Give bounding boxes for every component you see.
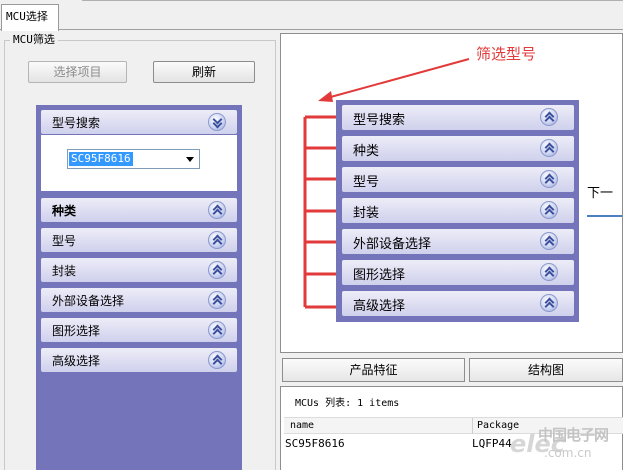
- accordion-header-category[interactable]: 种类: [41, 198, 237, 222]
- groupbox-title: MCU筛选: [10, 31, 58, 47]
- tab-structure-diagram[interactable]: 结构图: [469, 358, 623, 382]
- sample-item: 型号搜索: [342, 105, 574, 130]
- accordion-label: 型号: [52, 234, 77, 248]
- accordion-label: 图形选择: [52, 324, 101, 338]
- sample-item-label: 高级选择: [353, 299, 406, 314]
- chevron-up-icon: [540, 263, 558, 281]
- chevron-up-icon: [540, 232, 558, 250]
- sample-item-label: 型号: [353, 175, 380, 190]
- chevron-up-icon[interactable]: [208, 231, 226, 249]
- tab-strip: [0, 0, 623, 30]
- model-search-panel: SC95F8616: [41, 135, 237, 191]
- annotation-arrowhead: [318, 91, 333, 102]
- next-underline: [587, 215, 622, 217]
- chevron-up-icon[interactable]: [208, 261, 226, 279]
- tab-product-features[interactable]: 产品特征: [282, 358, 465, 382]
- chevron-up-icon[interactable]: [208, 291, 226, 309]
- watermark-text: 中国电子网: [538, 426, 609, 444]
- column-header-name[interactable]: name: [290, 420, 314, 431]
- sample-item: 封装: [342, 198, 574, 223]
- column-separator[interactable]: [472, 418, 473, 434]
- sample-item: 外部设备选择: [342, 229, 574, 254]
- accordion-label: 种类: [52, 204, 77, 218]
- cell-package: LQFP44: [472, 437, 512, 450]
- sample-item: 图形选择: [342, 260, 574, 285]
- sample-item-label: 种类: [353, 144, 380, 159]
- accordion-label: 封装: [52, 264, 77, 278]
- sample-item: 种类: [342, 136, 574, 161]
- accordion-header-peripherals[interactable]: 外部设备选择: [41, 288, 237, 312]
- chevron-up-icon[interactable]: [208, 201, 226, 219]
- chevron-up-icon: [540, 201, 558, 219]
- chevron-up-icon: [540, 294, 558, 312]
- chevron-up-icon[interactable]: [208, 351, 226, 369]
- tab-strip-line: [82, 0, 623, 1]
- sample-item-label: 封装: [353, 206, 380, 221]
- annotation-arrow-line: [326, 58, 470, 99]
- cell-name: SC95F8616: [285, 437, 345, 450]
- chevron-up-icon: [540, 139, 558, 157]
- filter-accordion: 型号搜索 SC95F8616 种类 型号 封装 外部设备选择 图形选择 高级选择: [36, 105, 242, 470]
- mcu-count-label: MCUs 列表: 1 items: [295, 398, 400, 409]
- select-items-button[interactable]: 选择项目: [28, 61, 127, 83]
- watermark-sub: .com.cn: [544, 446, 592, 460]
- accordion-label: 型号搜索: [52, 116, 101, 130]
- chevron-up-icon[interactable]: [208, 321, 226, 339]
- combobox-value: SC95F8616: [69, 152, 133, 166]
- annotation-label: 筛选型号: [476, 45, 537, 63]
- refresh-button[interactable]: 刷新: [153, 61, 255, 83]
- watermark: elec 中国电子网 .com.cn: [510, 424, 620, 468]
- next-label: 下一: [587, 186, 614, 201]
- accordion-header-package[interactable]: 封装: [41, 258, 237, 282]
- sample-item: 型号: [342, 167, 574, 192]
- model-search-combobox[interactable]: SC95F8616: [67, 149, 200, 169]
- accordion-label: 高级选择: [52, 354, 101, 368]
- sample-item-label: 型号搜索: [353, 113, 406, 128]
- chevron-down-icon[interactable]: [208, 113, 226, 131]
- preview-panel: 筛选型号 型号搜索 种类 型号 封装 外部设备选择 图形选择 高级选择 下一: [280, 33, 623, 353]
- chevron-up-icon: [540, 170, 558, 188]
- chevron-up-icon: [540, 108, 558, 126]
- sample-item: 高级选择: [342, 291, 574, 316]
- accordion-label: 外部设备选择: [52, 294, 125, 308]
- tab-mcu-select[interactable]: MCU选择: [1, 4, 59, 31]
- accordion-header-graphic[interactable]: 图形选择: [41, 318, 237, 342]
- accordion-header-model[interactable]: 型号: [41, 228, 237, 252]
- sample-item-label: 外部设备选择: [353, 237, 432, 252]
- accordion-header-model-search[interactable]: 型号搜索: [41, 110, 237, 134]
- sample-item-label: 图形选择: [353, 268, 406, 283]
- dropdown-arrow-icon[interactable]: [186, 157, 194, 162]
- accordion-header-advanced[interactable]: 高级选择: [41, 348, 237, 372]
- sample-accordion: 型号搜索 种类 型号 封装 外部设备选择 图形选择 高级选择: [336, 100, 579, 322]
